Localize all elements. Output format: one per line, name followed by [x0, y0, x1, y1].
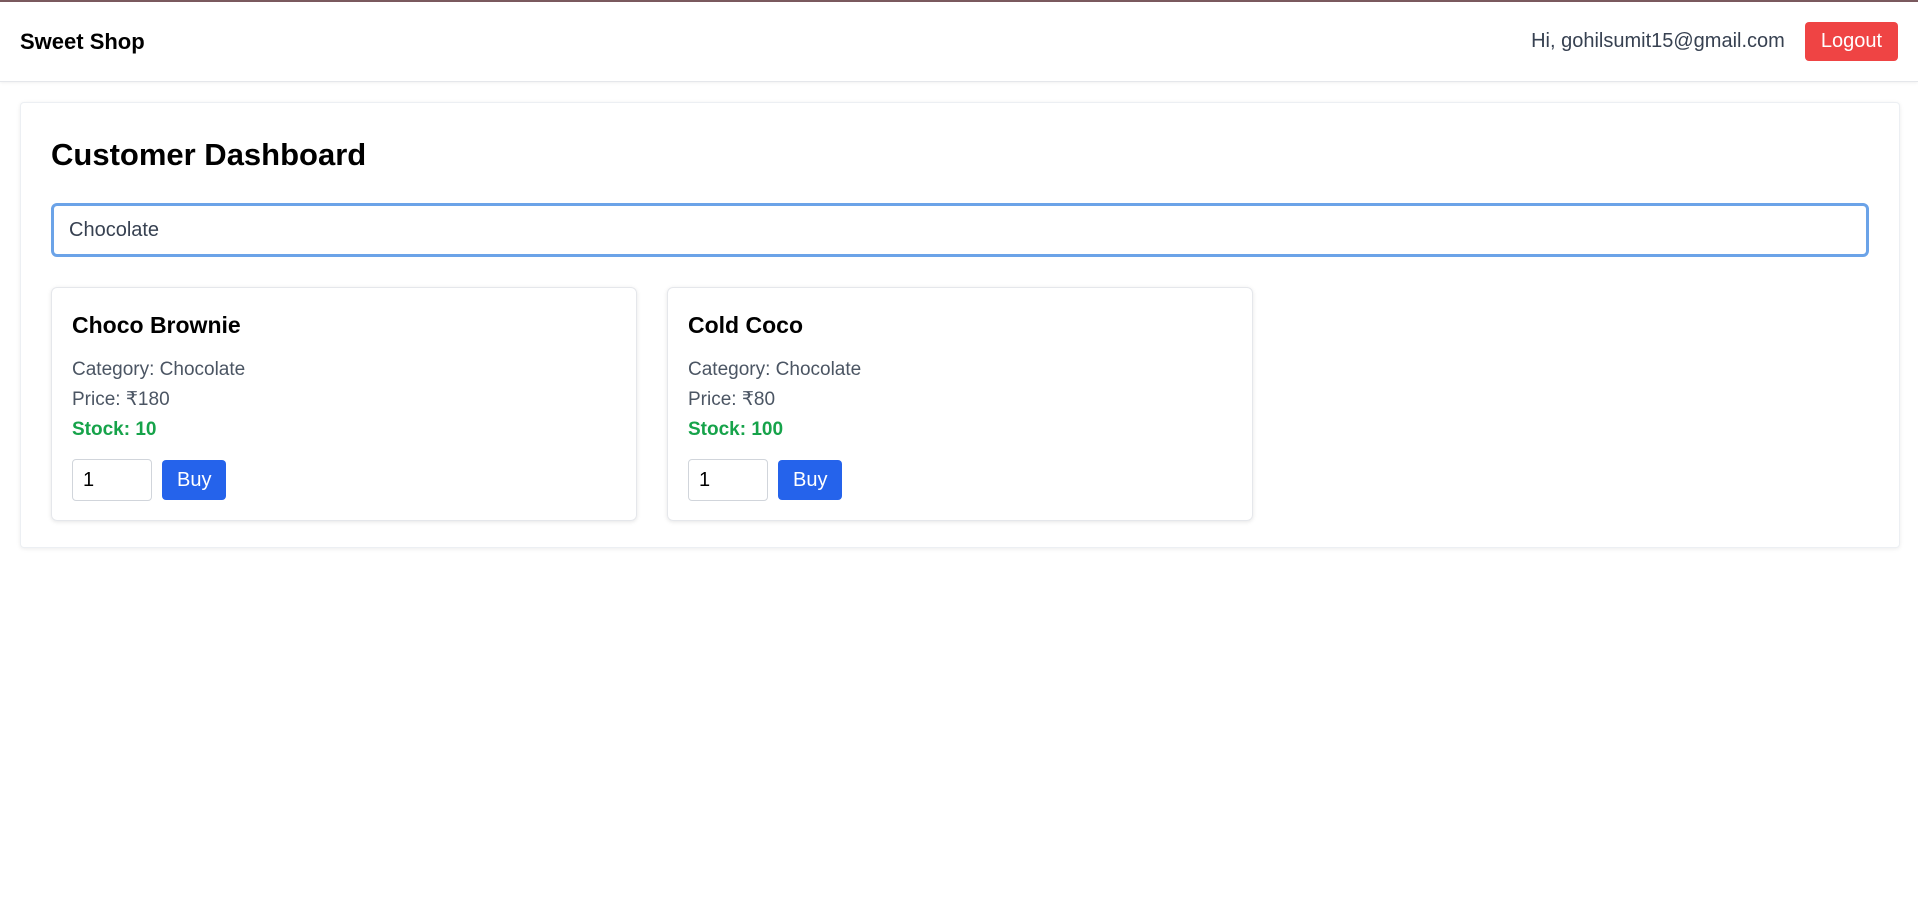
- product-stock: Stock: 100: [688, 419, 784, 440]
- buy-button[interactable]: Buy: [778, 460, 843, 500]
- product-name: Choco Brownie: [72, 312, 241, 338]
- brand-title[interactable]: Sweet Shop: [20, 29, 145, 55]
- product-card: Cold Coco Category: Chocolate Price: ₹80…: [667, 287, 1253, 521]
- product-name: Cold Coco: [688, 312, 803, 338]
- product-card: Choco Brownie Category: Chocolate Price:…: [51, 287, 637, 521]
- product-category: Category: Chocolate: [72, 359, 246, 380]
- logout-button[interactable]: Logout: [1804, 22, 1898, 61]
- product-category: Category: Chocolate: [688, 359, 862, 380]
- main-content: Customer Dashboard Choco Brownie Categor…: [0, 82, 1918, 568]
- quantity-input[interactable]: [72, 459, 152, 501]
- buy-row: Buy: [688, 459, 1232, 501]
- buy-button[interactable]: Buy: [162, 460, 227, 500]
- navbar: Sweet Shop Hi, gohilsumit15@gmail.com Lo…: [0, 2, 1918, 82]
- buy-row: Buy: [72, 459, 616, 501]
- product-price: Price: ₹180: [72, 389, 170, 410]
- nav-right: Hi, gohilsumit15@gmail.com Logout: [1531, 22, 1898, 61]
- product-stock: Stock: 10: [72, 419, 157, 440]
- quantity-input[interactable]: [688, 459, 768, 501]
- page-title: Customer Dashboard: [51, 137, 367, 172]
- search-input[interactable]: [51, 203, 1869, 257]
- user-greeting: Hi, gohilsumit15@gmail.com: [1531, 30, 1785, 52]
- product-price: Price: ₹80: [688, 389, 776, 410]
- product-list: Choco Brownie Category: Chocolate Price:…: [51, 287, 1869, 521]
- dashboard-panel: Customer Dashboard Choco Brownie Categor…: [20, 102, 1900, 548]
